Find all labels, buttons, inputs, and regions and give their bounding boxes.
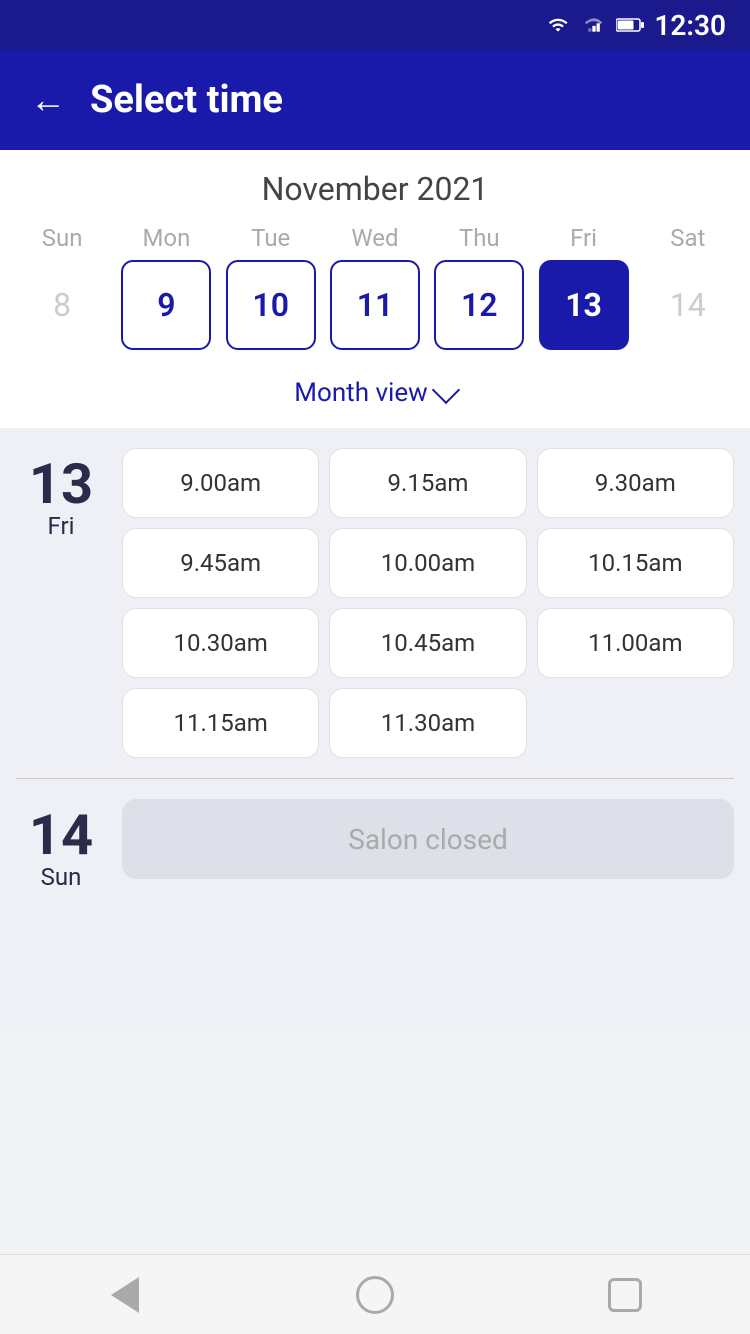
calendar-section: November 2021 Sun Mon Tue Wed Thu Fri Sa…: [0, 150, 750, 428]
status-icons: [544, 15, 644, 35]
day-name-13: Fri: [48, 512, 75, 540]
salon-closed-label: Salon closed: [348, 823, 508, 856]
status-time: 12:30: [654, 9, 726, 42]
day-block-13: 13 Fri 9.00am 9.15am 9.30am 9.45am 10.00…: [16, 448, 734, 758]
signal-icon: [580, 15, 608, 35]
date-14[interactable]: 14: [643, 260, 733, 350]
salon-closed-block: Salon closed: [122, 799, 734, 879]
battery-icon: [616, 15, 644, 35]
header: ← Select time: [0, 50, 750, 150]
day-number-13: 13: [29, 456, 93, 512]
weekday-thu: Thu: [434, 224, 524, 252]
back-button[interactable]: ←: [30, 79, 66, 121]
slot-1030am[interactable]: 10.30am: [122, 608, 319, 678]
slot-1130am[interactable]: 11.30am: [329, 688, 526, 758]
slot-945am[interactable]: 9.45am: [122, 528, 319, 598]
month-view-toggle[interactable]: Month view: [0, 366, 750, 428]
section-divider: [16, 778, 734, 779]
weekday-mon: Mon: [121, 224, 211, 252]
weekday-wed: Wed: [330, 224, 420, 252]
date-13[interactable]: 13: [539, 260, 629, 350]
slot-1115am[interactable]: 11.15am: [122, 688, 319, 758]
date-12[interactable]: 12: [434, 260, 524, 350]
date-11[interactable]: 11: [330, 260, 420, 350]
slot-915am[interactable]: 9.15am: [329, 448, 526, 518]
month-year-label: November 2021: [0, 170, 750, 208]
weekdays-row: Sun Mon Tue Wed Thu Fri Sat: [0, 224, 750, 252]
weekday-fri: Fri: [539, 224, 629, 252]
month-view-label: Month view: [294, 378, 427, 408]
status-bar: 12:30: [0, 0, 750, 50]
day-block-14: 14 Sun Salon closed: [16, 799, 734, 891]
day-label-13: 13 Fri: [16, 448, 106, 758]
slot-1000am[interactable]: 10.00am: [329, 528, 526, 598]
back-nav-icon: [111, 1277, 139, 1313]
page-title: Select time: [90, 78, 283, 122]
day-number-14: 14: [29, 807, 93, 863]
schedule-section: 13 Fri 9.00am 9.15am 9.30am 9.45am 10.00…: [0, 428, 750, 1031]
home-nav-icon: [356, 1276, 394, 1314]
date-10[interactable]: 10: [226, 260, 316, 350]
day-name-14: Sun: [41, 863, 82, 891]
weekday-sat: Sat: [643, 224, 733, 252]
slot-930am[interactable]: 9.30am: [537, 448, 734, 518]
slot-1100am[interactable]: 11.00am: [537, 608, 734, 678]
bottom-navigation: [0, 1254, 750, 1334]
recent-nav-icon: [608, 1278, 642, 1312]
day-label-14: 14 Sun: [16, 799, 106, 891]
slot-1015am[interactable]: 10.15am: [537, 528, 734, 598]
wifi-icon: [544, 15, 572, 35]
date-8[interactable]: 8: [17, 260, 107, 350]
back-nav-button[interactable]: [101, 1271, 149, 1319]
date-9[interactable]: 9: [121, 260, 211, 350]
weekday-tue: Tue: [226, 224, 316, 252]
recent-nav-button[interactable]: [601, 1271, 649, 1319]
slot-900am[interactable]: 9.00am: [122, 448, 319, 518]
weekday-sun: Sun: [17, 224, 107, 252]
dates-row: 8 9 10 11 12 13 14: [0, 260, 750, 350]
home-nav-button[interactable]: [351, 1271, 399, 1319]
chevron-down-icon: [432, 376, 460, 404]
time-slots-grid-13: 9.00am 9.15am 9.30am 9.45am 10.00am 10.1…: [122, 448, 734, 758]
slot-1045am[interactable]: 10.45am: [329, 608, 526, 678]
